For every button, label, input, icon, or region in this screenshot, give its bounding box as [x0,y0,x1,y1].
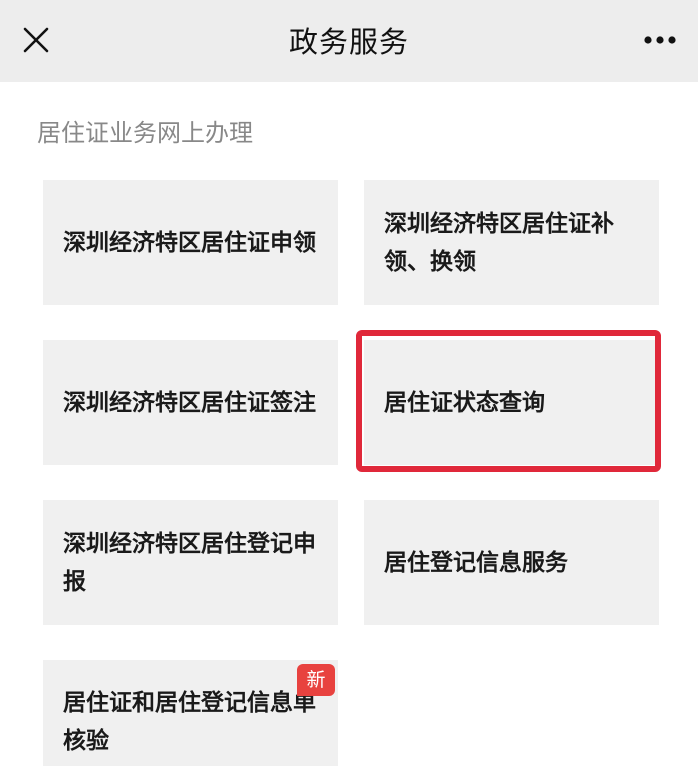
service-tile-status-query[interactable]: 居住证状态查询 [364,340,659,465]
more-button[interactable] [638,20,682,60]
service-tile-registration-declare[interactable]: 深圳经济特区居住登记申报 [43,500,338,625]
service-tile-registration-info[interactable]: 居住登记信息服务 [364,500,659,625]
tile-label: 居住证和居住登记信息单核验 [63,690,316,754]
service-tile-residence-permit-apply[interactable]: 深圳经济特区居住证申领 [43,180,338,305]
nav-bar: 政务服务 [0,0,698,82]
tile-label: 居住登记信息服务 [384,549,568,576]
page-title: 政务服务 [288,25,409,59]
service-tile-residence-permit-endorse[interactable]: 深圳经济特区居住证签注 [43,340,338,465]
tile-label: 深圳经济特区居住证申领 [63,229,316,256]
service-tile-verification[interactable]: 居住证和居住登记信息单核验 [43,660,338,766]
tile-label: 深圳经济特区居住证补领、换领 [384,210,614,275]
tile-label: 居住证状态查询 [384,389,545,416]
service-tile-residence-permit-reissue[interactable]: 深圳经济特区居住证补领、换领 [364,180,659,305]
tile-label: 深圳经济特区居住证签注 [63,389,316,416]
tile-label: 深圳经济特区居住登记申报 [63,530,316,595]
section-title: 居住证业务网上办理 [37,119,253,147]
new-badge: 新 [297,664,335,696]
more-icon [644,36,676,44]
page: 政务服务 居住证业务网上办理 深圳经济特区居住证申领 深圳经济特区居住证补领、换… [0,0,698,766]
